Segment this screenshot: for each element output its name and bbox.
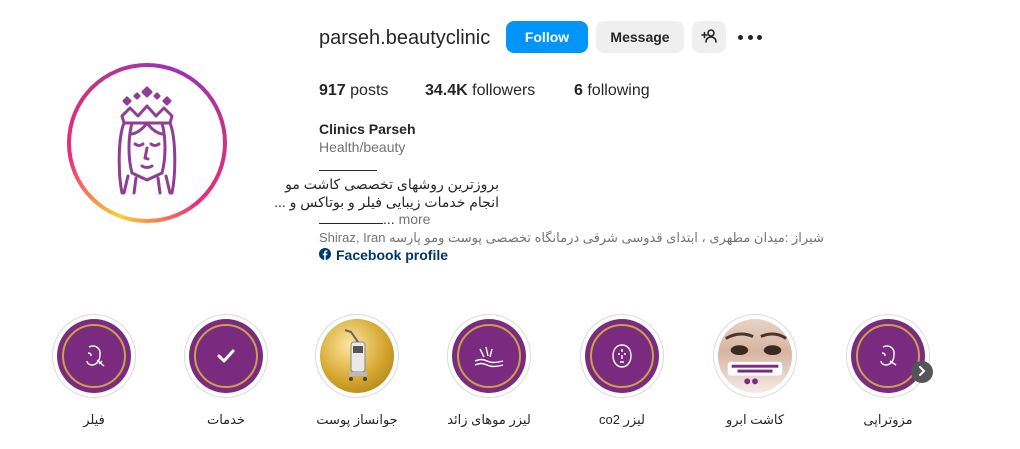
face-icon — [585, 319, 659, 393]
chevron-right-icon — [917, 363, 927, 381]
device-photo-icon — [320, 319, 394, 393]
bio-underline — [319, 212, 383, 224]
bio-ellipsis: ... — [383, 211, 395, 227]
highlight-label: لیزر موهای زائد — [447, 412, 531, 427]
highlight-label: مزوتراپی — [863, 412, 913, 427]
highlight-services[interactable]: خدمات — [184, 314, 268, 428]
following-number: 6 — [574, 82, 583, 99]
following-link[interactable]: 6 following — [574, 82, 650, 100]
follow-button[interactable]: Follow — [506, 21, 588, 53]
bio-more-link[interactable]: more — [399, 211, 431, 227]
highlight-ring — [447, 314, 531, 398]
syringe-face-icon — [57, 319, 131, 393]
highlight-ring — [846, 314, 930, 398]
clinic-logo-icon — [75, 71, 219, 215]
add-user-icon — [701, 28, 717, 47]
eyebrow-photo-icon — [718, 319, 792, 393]
facebook-icon — [319, 247, 331, 263]
highlight-label: کاشت ابرو — [725, 412, 785, 427]
highlight-label: لیزر co2 — [599, 412, 645, 427]
followers-link[interactable]: 34.4K followers — [425, 82, 535, 100]
following-label: following — [587, 82, 650, 99]
bio-address: Shiraz, Iran شیراز :میدان مطهری ، ابتدای… — [319, 230, 824, 245]
highlights-next-button[interactable] — [911, 361, 933, 383]
posts-label: posts — [350, 82, 389, 99]
highlight-hair-removal-laser[interactable]: لیزر موهای زائد — [447, 314, 531, 428]
check-icon — [189, 319, 263, 393]
highlight-label: فیلر — [83, 412, 105, 427]
highlight-label: خدمات — [206, 412, 246, 427]
posts-number: 917 — [319, 82, 346, 99]
highlight-filler[interactable]: فیلر — [52, 314, 136, 428]
facebook-label: Facebook profile — [336, 247, 449, 263]
profile-username: parseh.beautyclinic — [319, 27, 491, 49]
highlight-ring — [580, 314, 664, 398]
highlight-eyebrow[interactable]: کاشت ابرو — [713, 314, 797, 428]
laser-icon — [452, 319, 526, 393]
suggested-users-button[interactable] — [692, 21, 726, 53]
facebook-profile-link[interactable]: Facebook profile — [319, 247, 448, 263]
highlight-ring — [315, 314, 399, 398]
avatar-border — [71, 67, 223, 219]
bio-line-2: انجام خدمات زیبایی فیلر و بوتاکس و ... — [274, 194, 499, 210]
followers-number: 34.4K — [425, 82, 468, 99]
message-button[interactable]: Message — [596, 21, 684, 53]
highlight-ring — [52, 314, 136, 398]
profile-avatar[interactable] — [67, 63, 227, 223]
more-options-icon[interactable] — [738, 28, 762, 46]
highlight-skin-rejuvenation[interactable]: جوانساز پوست — [315, 314, 399, 428]
display-name: Clinics Parseh — [319, 121, 416, 137]
face-icon — [851, 319, 925, 393]
bio-more-row: ... more — [319, 211, 430, 227]
highlight-ring — [713, 314, 797, 398]
followers-label: followers — [472, 82, 536, 99]
highlight-label: جوانساز پوست — [316, 412, 398, 427]
bio-line-1: بروزترین روشهای تخصصی کاشت مو — [285, 176, 499, 192]
profile-category: Health/beauty — [319, 139, 406, 155]
highlight-ring — [184, 314, 268, 398]
highlight-co2-laser[interactable]: لیزر co2 — [580, 314, 664, 428]
posts-count: 917 posts — [319, 82, 388, 100]
bio-divider — [319, 170, 377, 171]
